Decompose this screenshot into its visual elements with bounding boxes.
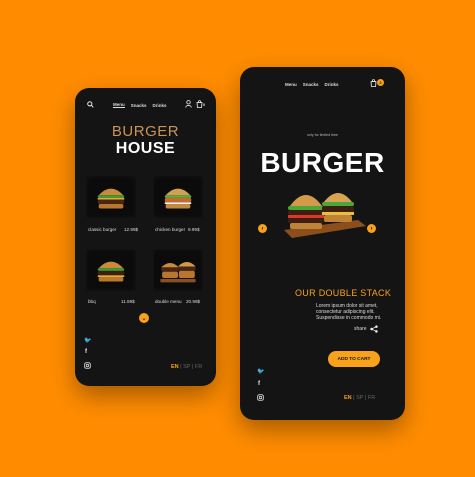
hero-title: BURGER	[260, 147, 385, 178]
twitter-icon[interactable]: 🐦	[257, 368, 264, 375]
item-price-chicken: 9.99$	[188, 227, 200, 232]
lang-en[interactable]: EN	[171, 364, 179, 370]
language-switcher[interactable]: EN | SP | FR	[171, 364, 202, 370]
item-price-classic: 12.99$	[124, 227, 139, 232]
item-name-double: double menu	[155, 299, 182, 304]
add-to-cart-button[interactable]: ADD TO CART	[328, 351, 380, 367]
share-button[interactable]: share	[354, 325, 378, 333]
nav-menu[interactable]: Menu	[113, 102, 125, 108]
menu-card-double[interactable]	[153, 249, 203, 291]
hero-burger-image	[284, 193, 366, 238]
instagram-icon[interactable]	[257, 394, 264, 401]
burger-image	[160, 262, 196, 283]
nav-drinks[interactable]: Drinks	[325, 82, 339, 87]
product-description: Lorem ipsum dolor sit amet, consectetur …	[316, 303, 382, 321]
chevron-down-icon: ⌄	[141, 315, 147, 322]
lang-sep: |	[180, 364, 182, 370]
lang-others[interactable]: SP | FR	[183, 364, 202, 370]
item-name-chicken: chicken burger	[155, 227, 186, 232]
product-subtitle: OUR DOUBLE STACK	[295, 288, 392, 298]
prev-slide-button[interactable]: ‹	[258, 224, 267, 233]
top-nav: Menu Snacks Drinks	[285, 82, 345, 87]
next-slide-button[interactable]: ›	[367, 224, 376, 233]
cart-count-badge: 2	[377, 79, 384, 86]
burger-image	[164, 188, 192, 209]
menu-card-bbq[interactable]	[86, 249, 136, 291]
scroll-down-button[interactable]: ⌄	[139, 313, 149, 323]
tagline: only for limited time	[307, 133, 338, 137]
share-label: share	[354, 326, 367, 332]
menu-card-chicken[interactable]	[153, 176, 203, 218]
burger-image	[97, 261, 125, 282]
lang-sep: |	[353, 395, 355, 401]
phone-left: Menu Snacks Drinks 0 BURGER HOUSE classi…	[75, 88, 216, 386]
chevron-left-icon: ‹	[261, 225, 264, 232]
lang-others[interactable]: SP | FR	[356, 395, 375, 401]
item-name-classic: classic burger	[88, 227, 117, 232]
item-price-bbq: 11.99$	[121, 299, 135, 304]
facebook-icon[interactable]: f	[258, 381, 260, 387]
twitter-icon[interactable]: 🐦	[84, 337, 91, 344]
language-switcher[interactable]: EN | SP | FR	[344, 395, 375, 401]
brand-line1: BURGER	[111, 123, 180, 140]
cart-icon[interactable]	[370, 79, 377, 87]
chevron-right-icon: ›	[370, 225, 373, 232]
item-price-double: 20.99$	[186, 299, 201, 304]
top-nav: Menu Snacks Drinks	[113, 102, 173, 108]
cart-count: 0	[203, 102, 206, 107]
lang-en[interactable]: EN	[344, 395, 352, 401]
burger-image	[97, 188, 125, 209]
brand-line2: HOUSE	[115, 140, 176, 157]
cart-icon[interactable]	[196, 100, 203, 108]
share-icon	[369, 325, 378, 333]
cart-count: 2	[379, 80, 382, 85]
item-name-bbq: bbq	[88, 299, 96, 304]
instagram-icon[interactable]	[84, 362, 91, 369]
nav-menu[interactable]: Menu	[285, 82, 297, 87]
nav-snacks[interactable]: Snacks	[131, 103, 147, 108]
phone-right: Menu Snacks Drinks 2 only for limited ti…	[240, 67, 405, 420]
user-icon[interactable]	[185, 100, 192, 108]
search-icon[interactable]	[87, 101, 94, 108]
facebook-icon[interactable]: f	[85, 349, 87, 355]
menu-card-classic[interactable]	[86, 176, 136, 218]
nav-drinks[interactable]: Drinks	[153, 103, 167, 108]
nav-snacks[interactable]: Snacks	[303, 82, 319, 87]
